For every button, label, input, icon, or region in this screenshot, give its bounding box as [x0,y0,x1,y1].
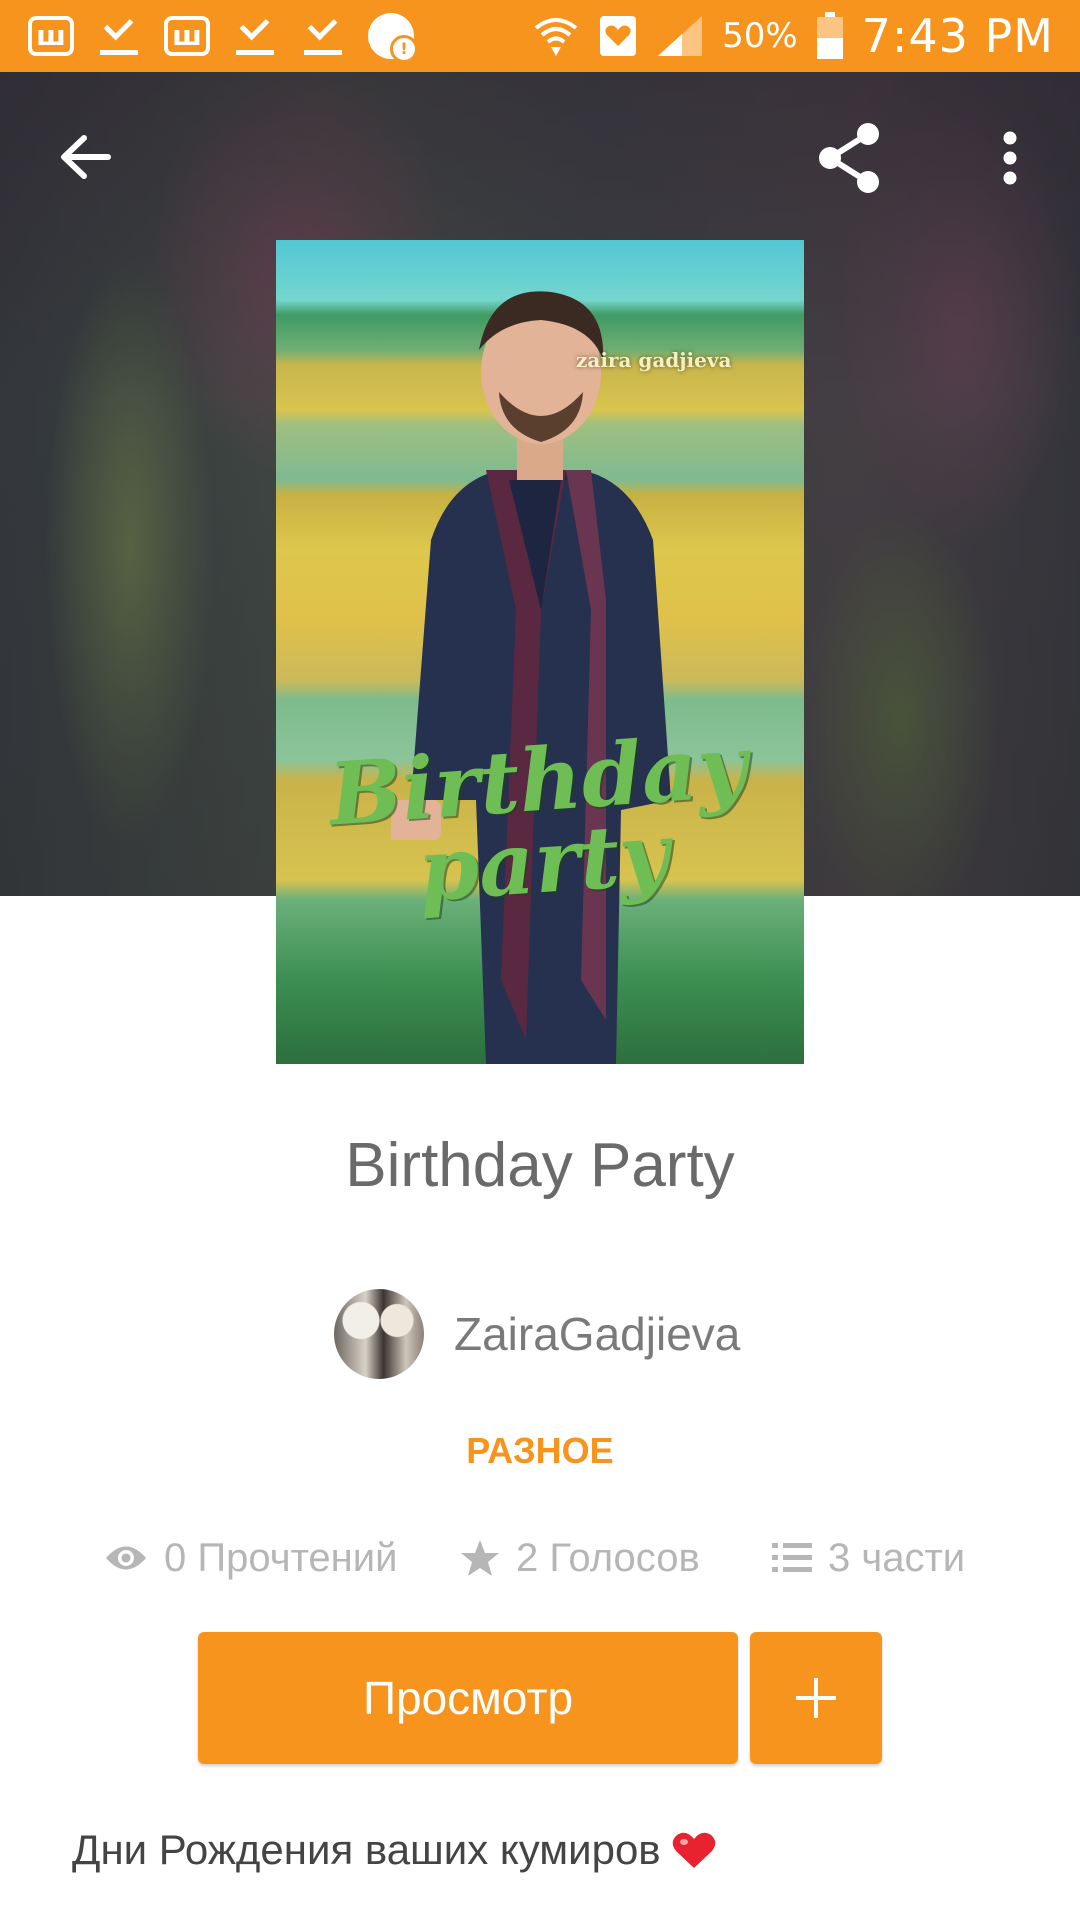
wifi-icon [534,18,578,56]
more-options-button[interactable] [970,110,1050,206]
wattpad-icon: ш [28,16,74,56]
status-time: 7:43 PM [861,9,1054,63]
votes-count: 2 Голосов [516,1535,700,1580]
alert-icon: ! [368,13,418,63]
more-vert-icon [1003,131,1017,185]
eye-icon [106,1546,146,1570]
add-to-library-button[interactable] [750,1632,882,1764]
parts-count: 3 части [828,1535,966,1580]
download-done-icon [96,13,142,59]
cover-figure-image [391,291,671,1064]
wattpad-icon: ш [164,16,210,56]
reads-count: 0 Прочтений [164,1535,398,1580]
cover-credit-text: zaira gadjieva [576,348,732,372]
view-button[interactable]: Просмотр [198,1632,738,1764]
heart-icon [600,16,637,56]
stat-parts: 3 части [772,1528,965,1588]
battery-percent: 50% [722,16,798,56]
cover-title-text: Birthday party [325,715,751,922]
list-icon [772,1543,812,1572]
category-label[interactable]: РАЗНОЕ [0,1430,1080,1472]
author-avatar[interactable] [334,1289,424,1379]
plus-icon [796,1678,836,1718]
download-done-icon [232,13,278,59]
status-bar-system: 50% 7:43 PM [532,0,1054,72]
share-button[interactable] [800,108,900,208]
author-name[interactable]: ZairaGadjieva [454,1307,740,1361]
stat-reads: 0 Прочтений [104,1528,397,1588]
back-button[interactable] [40,112,130,202]
story-title: Birthday Party [345,1131,735,1200]
download-done-icon [300,13,346,59]
battery-icon [816,12,843,59]
stat-votes: 2 Голосов [460,1528,700,1588]
description-text: Дни Рождения ваших кумиров [72,1826,661,1873]
story-stats: 0 Прочтений 2 Голосов 3 части [0,1528,1080,1588]
story-description: Дни Рождения ваших кумиров [72,1826,1022,1874]
status-bar-notifications: ш ш ! [28,10,418,63]
signal-icon [658,16,703,56]
star-icon [461,1540,499,1576]
story-cover[interactable]: zaira gadjieva Birthday party [276,240,804,1064]
share-icon [819,123,879,193]
status-bar: ш ш ! 50% 7:43 PM [0,0,1080,72]
heart-emoji-icon [672,1832,715,1868]
back-arrow-icon [61,135,111,179]
author-link[interactable]: ZairaGadjieva [334,1288,740,1380]
